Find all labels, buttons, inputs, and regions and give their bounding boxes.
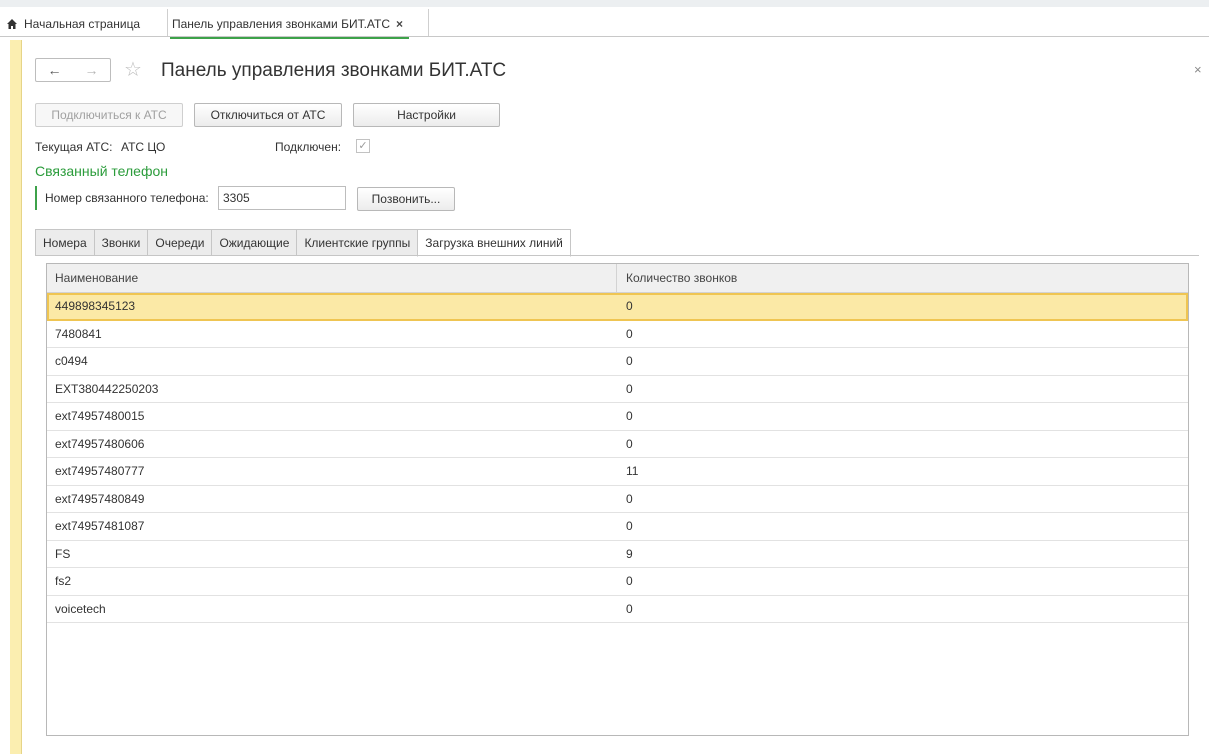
column-header-name[interactable]: Наименование bbox=[47, 264, 617, 292]
cell-call-count: 0 bbox=[626, 409, 633, 424]
cell-call-count: 0 bbox=[626, 354, 633, 369]
cell-call-count: 0 bbox=[626, 299, 633, 314]
column-header-call-count[interactable]: Количество звонков bbox=[617, 264, 1188, 292]
home-tab-label: Начальная страница bbox=[24, 17, 141, 31]
table-row[interactable]: EXT380442250203 0 bbox=[47, 376, 1188, 403]
tabs: Номера Звонки Очереди Ожидающие Клиентск… bbox=[35, 229, 571, 257]
home-icon bbox=[7, 19, 17, 29]
tab-waiting[interactable]: Ожидающие bbox=[211, 229, 297, 256]
external-lines-table[interactable]: Наименование Количество звонков 44989834… bbox=[46, 263, 1189, 736]
table-header: Наименование Количество звонков bbox=[47, 264, 1188, 293]
group-accent-bar bbox=[35, 186, 37, 210]
table-body: 449898345123 0 7480841 0 c0494 0 EXT3804422502… bbox=[47, 293, 1188, 623]
connected-label: Подключен: bbox=[275, 140, 342, 154]
home-tab[interactable]: Начальная страница bbox=[6, 15, 140, 33]
cell-call-count: 0 bbox=[626, 436, 633, 451]
table-row[interactable]: ext74957480849 0 bbox=[47, 486, 1188, 513]
connected-checkbox[interactable]: ✓ bbox=[356, 139, 370, 153]
top-tab-bar: Начальная страница Панель управления зво… bbox=[0, 0, 1209, 40]
cell-call-count: 0 bbox=[626, 381, 633, 396]
linked-phone-group-title: Связанный телефон bbox=[35, 163, 168, 179]
settings-button[interactable]: Настройки bbox=[353, 103, 500, 127]
table-row[interactable]: FS 9 bbox=[47, 541, 1188, 568]
tab-client-groups[interactable]: Клиентские группы bbox=[296, 229, 418, 256]
cell-call-count: 11 bbox=[626, 464, 639, 479]
current-pbx-label: Текущая АТС: bbox=[35, 140, 113, 154]
table-row[interactable]: ext74957480606 0 bbox=[47, 431, 1188, 458]
left-side-strip bbox=[10, 40, 22, 754]
cell-name: EXT380442250203 bbox=[55, 381, 159, 396]
tab-queues[interactable]: Очереди bbox=[147, 229, 212, 256]
navigation-buttons: ← → bbox=[35, 58, 111, 82]
table-row[interactable]: ext74957480015 0 bbox=[47, 403, 1188, 431]
table-row[interactable]: ext74957481087 0 bbox=[47, 513, 1188, 541]
cell-name: FS bbox=[55, 546, 71, 561]
cell-call-count: 0 bbox=[626, 326, 633, 341]
tab-separator bbox=[167, 9, 168, 36]
cell-name: ext74957480849 bbox=[55, 491, 145, 506]
top-shade bbox=[0, 0, 1209, 7]
cell-name: 7480841 bbox=[55, 326, 102, 341]
forward-button[interactable]: → bbox=[73, 59, 110, 81]
cell-name: 449898345123 bbox=[55, 299, 136, 314]
close-tab-icon[interactable]: × bbox=[396, 17, 403, 31]
linked-phone-number-input[interactable]: 3305 bbox=[218, 186, 346, 210]
tab-call-panel-label: Панель управления звонками БИТ.АТС bbox=[172, 17, 390, 31]
cell-call-count: 9 bbox=[626, 546, 633, 561]
tab-numbers[interactable]: Номера bbox=[35, 229, 94, 256]
tab-call-panel[interactable]: Панель управления звонками БИТ.АТС × bbox=[170, 15, 410, 39]
close-form-icon[interactable]: × bbox=[1194, 62, 1202, 77]
back-button[interactable]: ← bbox=[36, 59, 73, 81]
table-row[interactable]: fs2 0 bbox=[47, 568, 1188, 596]
cell-name: ext74957480777 bbox=[55, 464, 145, 479]
connect-pbx-button[interactable]: Подключиться к АТС bbox=[35, 103, 183, 127]
table-row[interactable]: voicetech 0 bbox=[47, 596, 1188, 623]
cell-name: fs2 bbox=[55, 574, 72, 589]
table-row[interactable]: 449898345123 0 bbox=[47, 293, 1188, 321]
checkmark-icon: ✓ bbox=[358, 140, 368, 152]
call-button[interactable]: Позвонить... bbox=[357, 187, 455, 211]
cell-call-count: 0 bbox=[626, 601, 633, 616]
tabs-baseline bbox=[35, 255, 1199, 256]
table-row[interactable]: ext74957480777 11 bbox=[47, 458, 1188, 486]
cell-name: voicetech bbox=[55, 601, 106, 616]
page-title: Панель управления звонками БИТ.АТС bbox=[161, 60, 507, 81]
cell-name: ext74957481087 bbox=[55, 519, 145, 534]
cell-name: c0494 bbox=[55, 354, 88, 369]
cell-call-count: 0 bbox=[626, 574, 633, 589]
table-row[interactable]: c0494 0 bbox=[47, 348, 1188, 376]
active-tab-underline bbox=[170, 37, 410, 39]
cell-name: ext74957480015 bbox=[55, 409, 145, 424]
tab-calls[interactable]: Звонки bbox=[93, 229, 148, 256]
current-pbx-value: АТС ЦО bbox=[121, 140, 166, 154]
cell-call-count: 0 bbox=[626, 519, 633, 534]
cell-call-count: 0 bbox=[626, 491, 633, 506]
linked-phone-number-label: Номер связанного телефона: bbox=[45, 191, 209, 205]
tab-separator bbox=[428, 9, 429, 36]
tab-external-lines-load[interactable]: Загрузка внешних линий bbox=[417, 229, 571, 257]
cell-name: ext74957480606 bbox=[55, 436, 145, 451]
tab-bar-divider bbox=[0, 36, 1209, 37]
star-icon[interactable]: ☆ bbox=[124, 58, 142, 82]
table-row[interactable]: 7480841 0 bbox=[47, 321, 1188, 348]
disconnect-pbx-button[interactable]: Отключиться от АТС bbox=[194, 103, 342, 127]
